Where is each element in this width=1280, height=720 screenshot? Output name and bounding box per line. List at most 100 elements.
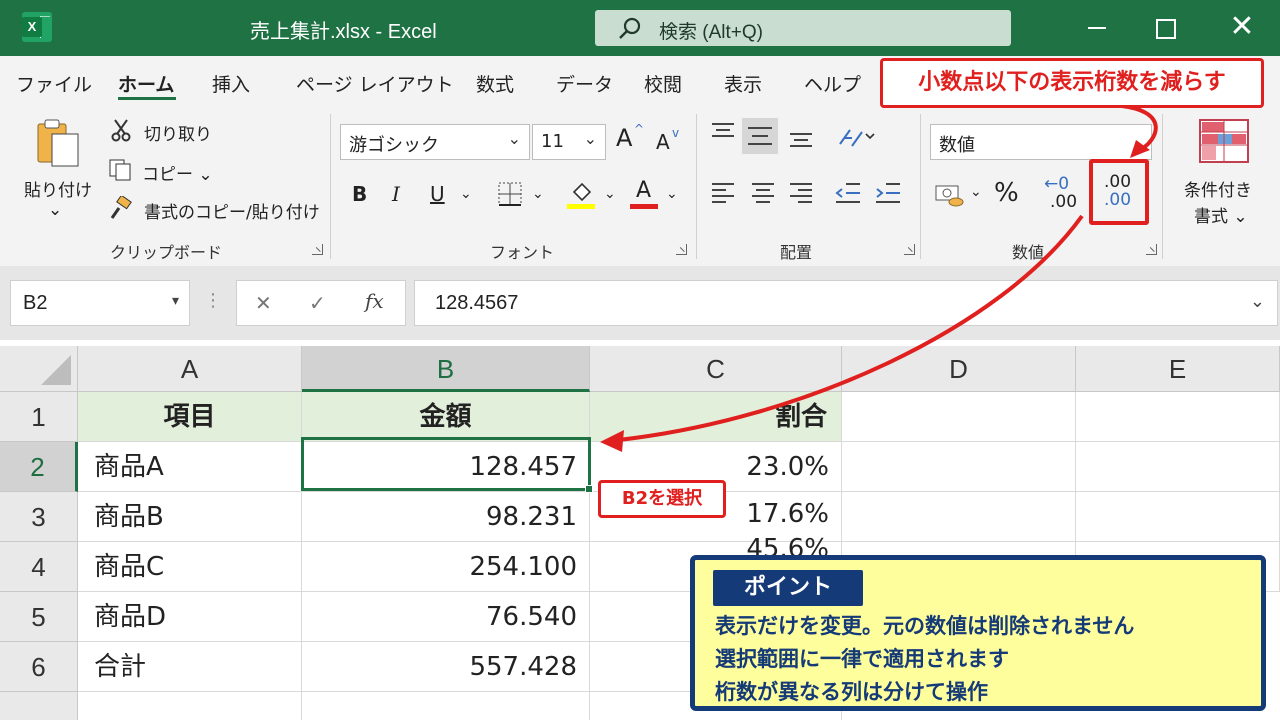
- chevron-down-icon[interactable]: ⌄: [604, 186, 616, 202]
- column-header-c[interactable]: C: [590, 346, 842, 392]
- enter-icon[interactable]: ✓: [309, 291, 326, 315]
- maximize-button[interactable]: [1144, 12, 1184, 44]
- formula-input[interactable]: 128.4567 ⌄: [414, 280, 1278, 326]
- fill-handle[interactable]: [585, 485, 593, 493]
- font-color-icon[interactable]: A: [630, 178, 658, 210]
- chevron-down-icon[interactable]: ⌄: [532, 186, 544, 202]
- format-painter-label[interactable]: 書式のコピー/貼り付け: [144, 198, 320, 223]
- name-box[interactable]: B2 ▾: [10, 280, 190, 326]
- column-header-d[interactable]: D: [842, 346, 1076, 392]
- align-center-icon[interactable]: [750, 180, 776, 210]
- align-left-icon[interactable]: [710, 180, 736, 210]
- close-button[interactable]: ✕: [1222, 12, 1262, 44]
- clipboard-launcher-icon[interactable]: [312, 244, 323, 255]
- fill-color-icon[interactable]: [566, 178, 596, 214]
- cell-b1[interactable]: 金額: [302, 392, 590, 442]
- cell-a3[interactable]: 商品B: [78, 492, 302, 542]
- cut-label[interactable]: 切り取り: [144, 120, 212, 145]
- tab-insert[interactable]: 挿入: [212, 70, 250, 97]
- paste-label[interactable]: 貼り付け: [24, 176, 92, 201]
- row-header-1[interactable]: 1: [0, 392, 78, 442]
- align-bottom-icon[interactable]: [788, 124, 814, 154]
- align-top-icon[interactable]: [710, 120, 736, 148]
- underline-button[interactable]: U: [430, 182, 445, 206]
- cell-b5[interactable]: 76.540: [302, 592, 590, 642]
- bold-button[interactable]: B: [352, 182, 367, 206]
- cell-d1[interactable]: [842, 392, 1076, 442]
- cell-d3[interactable]: [842, 492, 1076, 542]
- cell-e1[interactable]: [1076, 392, 1280, 442]
- insert-function-icon[interactable]: fx: [365, 289, 384, 313]
- number-format-select[interactable]: 数値: [930, 124, 1152, 160]
- increase-decimal-button[interactable]: ←0 .00: [1040, 172, 1082, 216]
- cell-d2[interactable]: [842, 442, 1076, 492]
- column-header-a[interactable]: A: [78, 346, 302, 392]
- chevron-down-icon[interactable]: ⌄: [970, 184, 982, 200]
- cell-a5[interactable]: 商品D: [78, 592, 302, 642]
- search-box[interactable]: 検索 (Alt+Q): [595, 10, 1011, 46]
- shrink-font-button[interactable]: A: [656, 130, 670, 154]
- row-header-2[interactable]: 2: [0, 442, 78, 492]
- formula-bar-grip-icon: ⋮: [204, 290, 222, 311]
- cell-a7[interactable]: [78, 692, 302, 720]
- row-header-6[interactable]: 6: [0, 642, 78, 692]
- conditional-formatting-label[interactable]: 条件付き: [1184, 176, 1252, 201]
- borders-icon[interactable]: [496, 180, 524, 212]
- italic-button[interactable]: I: [392, 182, 400, 206]
- tab-data[interactable]: データ: [556, 70, 613, 97]
- cell-e2[interactable]: [1076, 442, 1280, 492]
- grow-font-button[interactable]: A: [616, 124, 632, 152]
- cell-a2[interactable]: 商品A: [78, 442, 302, 492]
- tab-review[interactable]: 校閲: [644, 70, 682, 97]
- tab-page-layout[interactable]: ページ レイアウト: [296, 70, 454, 97]
- cell-b7[interactable]: [302, 692, 590, 720]
- orientation-icon[interactable]: [836, 124, 876, 154]
- row-header-3[interactable]: 3: [0, 492, 78, 542]
- row-header-7[interactable]: [0, 692, 78, 720]
- format-painter-icon[interactable]: [108, 194, 134, 226]
- row-header-4[interactable]: 4: [0, 542, 78, 592]
- scissors-icon[interactable]: [110, 118, 132, 146]
- cell-a1[interactable]: 項目: [78, 392, 302, 442]
- paste-icon[interactable]: [36, 118, 82, 172]
- cell-b3[interactable]: 98.231: [302, 492, 590, 542]
- cell-a6[interactable]: 合計: [78, 642, 302, 692]
- minimize-button[interactable]: [1078, 12, 1118, 44]
- cell-a4[interactable]: 商品C: [78, 542, 302, 592]
- conditional-formatting-icon[interactable]: [1198, 118, 1250, 168]
- tab-view[interactable]: 表示: [724, 70, 762, 97]
- cell-c1[interactable]: 割合: [590, 392, 842, 442]
- font-name-select[interactable]: 游ゴシック ⌄: [340, 124, 530, 160]
- chevron-down-icon[interactable]: ⌄: [666, 186, 678, 202]
- decrease-indent-icon[interactable]: [834, 180, 862, 210]
- select-all-button[interactable]: [0, 346, 78, 392]
- column-header-b[interactable]: B: [302, 346, 590, 392]
- row-header-5[interactable]: 5: [0, 592, 78, 642]
- tab-file[interactable]: ファイル: [16, 70, 92, 97]
- tab-home[interactable]: ホーム: [118, 70, 174, 97]
- font-launcher-icon[interactable]: [676, 244, 687, 255]
- increase-indent-icon[interactable]: [874, 180, 902, 210]
- font-size-select[interactable]: 11 ⌄: [532, 124, 606, 160]
- window-title: 売上集計.xlsx - Excel: [250, 21, 437, 43]
- align-right-icon[interactable]: [788, 180, 814, 210]
- cancel-icon[interactable]: ✕: [255, 291, 272, 315]
- paste-chevron-icon[interactable]: ⌄: [48, 200, 62, 220]
- percent-style-button[interactable]: %: [994, 178, 1019, 208]
- number-launcher-icon[interactable]: [1146, 244, 1157, 255]
- conditional-formatting-label-2[interactable]: 書式 ⌄: [1194, 202, 1248, 227]
- copy-label[interactable]: コピー ⌄: [142, 160, 213, 185]
- chevron-down-icon[interactable]: ⌄: [460, 186, 472, 202]
- tab-formulas[interactable]: 数式: [476, 70, 514, 97]
- currency-format-icon[interactable]: [934, 182, 966, 212]
- copy-icon[interactable]: [108, 158, 134, 186]
- cell-e3[interactable]: [1076, 492, 1280, 542]
- column-header-e[interactable]: E: [1076, 346, 1280, 392]
- expand-formula-icon[interactable]: ⌄: [1250, 291, 1265, 312]
- cell-b4[interactable]: 254.100: [302, 542, 590, 592]
- ribbon-separator: [1162, 114, 1163, 259]
- tab-help[interactable]: ヘルプ: [804, 70, 861, 97]
- alignment-launcher-icon[interactable]: [904, 244, 915, 255]
- cell-b6[interactable]: 557.428: [302, 642, 590, 692]
- align-middle-icon[interactable]: [742, 118, 778, 154]
